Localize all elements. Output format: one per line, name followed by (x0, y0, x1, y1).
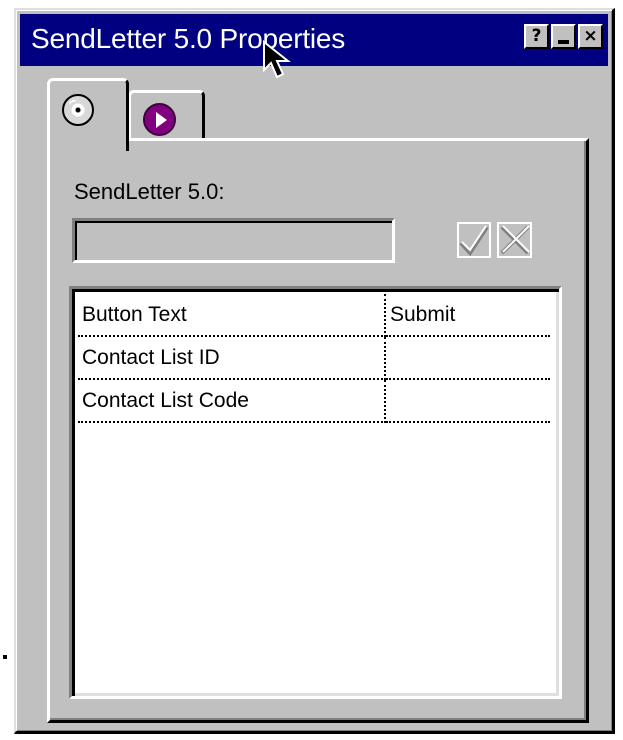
title-buttons: ? × (524, 24, 603, 49)
sendletter-field-label: SendLetter 5.0: (74, 179, 225, 204)
help-button[interactable]: ? (524, 24, 549, 49)
confirm-button[interactable] (455, 217, 493, 263)
tab-panel: SendLetter 5.0: Button Text Submit Conta… (47, 138, 589, 723)
property-tabs (47, 78, 217, 151)
property-value[interactable] (385, 336, 550, 380)
property-value[interactable]: Submit (385, 294, 550, 337)
cancel-button[interactable] (496, 217, 534, 263)
property-name[interactable]: Button Text (78, 294, 386, 337)
property-grid: Button Text Submit Contact List ID Conta… (69, 286, 562, 699)
stray-dot (3, 655, 7, 659)
close-icon: × (583, 26, 598, 46)
properties-window: SendLetter 5.0 Properties ? × SendLetter… (14, 8, 615, 734)
property-name[interactable]: Contact List ID (78, 336, 386, 380)
property-row[interactable]: Contact List ID (78, 336, 550, 380)
help-icon: ? (531, 26, 542, 46)
property-row[interactable]: Contact List Code (78, 379, 550, 423)
play-icon (143, 103, 176, 136)
property-row[interactable]: Button Text Submit (78, 294, 550, 337)
title-bar[interactable]: SendLetter 5.0 Properties ? × (20, 14, 608, 66)
property-table: Button Text Submit Contact List ID Conta… (78, 294, 550, 423)
x-icon (497, 222, 532, 258)
property-value[interactable] (385, 379, 550, 423)
tab-general[interactable] (47, 78, 129, 151)
sendletter-input[interactable] (72, 218, 395, 263)
cd-icon (62, 94, 94, 126)
window-title: SendLetter 5.0 Properties (31, 23, 346, 54)
property-name[interactable]: Contact List Code (78, 379, 386, 423)
screen: SendLetter 5.0 Properties ? × SendLetter… (0, 0, 623, 740)
close-button[interactable]: × (578, 24, 603, 49)
minimize-icon (558, 39, 569, 44)
minimize-button[interactable] (551, 24, 576, 49)
checkmark-icon (457, 222, 491, 258)
